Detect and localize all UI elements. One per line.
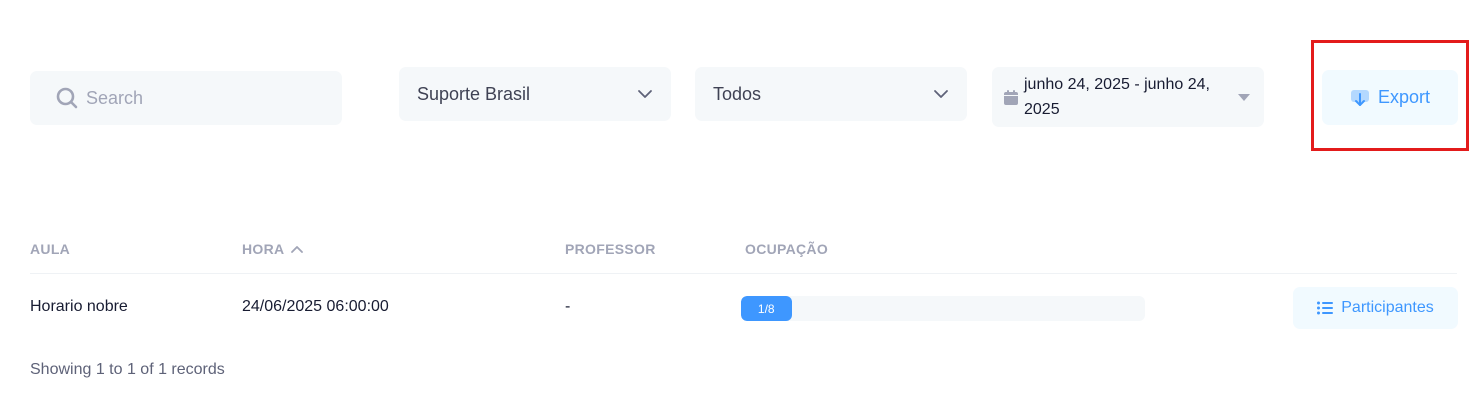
participants-button-label: Participantes [1341, 299, 1434, 316]
status-select-value: Todos [713, 83, 762, 104]
calendar-icon [1004, 89, 1018, 105]
cell-professor: - [565, 298, 571, 315]
column-header-ocupacao[interactable]: OCUPAÇÃO [745, 241, 828, 257]
header-divider [30, 273, 1457, 274]
search-icon [56, 87, 78, 109]
date-range-picker[interactable]: junho 24, 2025 - junho 24, 2025 [992, 67, 1264, 127]
column-header-hora-label: HORA [242, 241, 285, 257]
status-select[interactable]: Todos [695, 67, 967, 121]
search-box[interactable] [30, 71, 342, 125]
highlight-box [1311, 40, 1469, 151]
group-select[interactable]: Suporte Brasil [399, 67, 671, 121]
column-header-professor[interactable]: PROFESSOR [565, 241, 656, 257]
column-header-aula-label: AULA [30, 241, 71, 257]
sort-asc-icon [291, 246, 304, 253]
occupancy-progress-fill: 1/8 [741, 296, 792, 321]
column-header-aula[interactable]: AULA [30, 241, 70, 257]
list-icon [1317, 301, 1334, 315]
records-summary: Showing 1 to 1 of 1 records [30, 361, 225, 378]
chevron-down-icon [638, 90, 652, 98]
date-range-value: junho 24, 2025 - junho 24, 2025 [1024, 76, 1210, 118]
group-select-value: Suporte Brasil [417, 83, 531, 104]
cell-hora: 24/06/2025 06:00:00 [242, 298, 389, 315]
column-header-ocupacao-label: OCUPAÇÃO [745, 241, 829, 257]
participants-button[interactable]: Participantes [1293, 287, 1458, 329]
caret-down-icon [1238, 93, 1250, 101]
occupancy-progress-bar: 1/8 [741, 296, 1145, 321]
search-input[interactable] [86, 87, 306, 109]
cell-aula: Horario nobre [30, 298, 128, 315]
column-header-hora[interactable]: HORA [242, 241, 304, 257]
column-header-professor-label: PROFESSOR [565, 241, 656, 257]
chevron-down-icon [934, 90, 948, 98]
